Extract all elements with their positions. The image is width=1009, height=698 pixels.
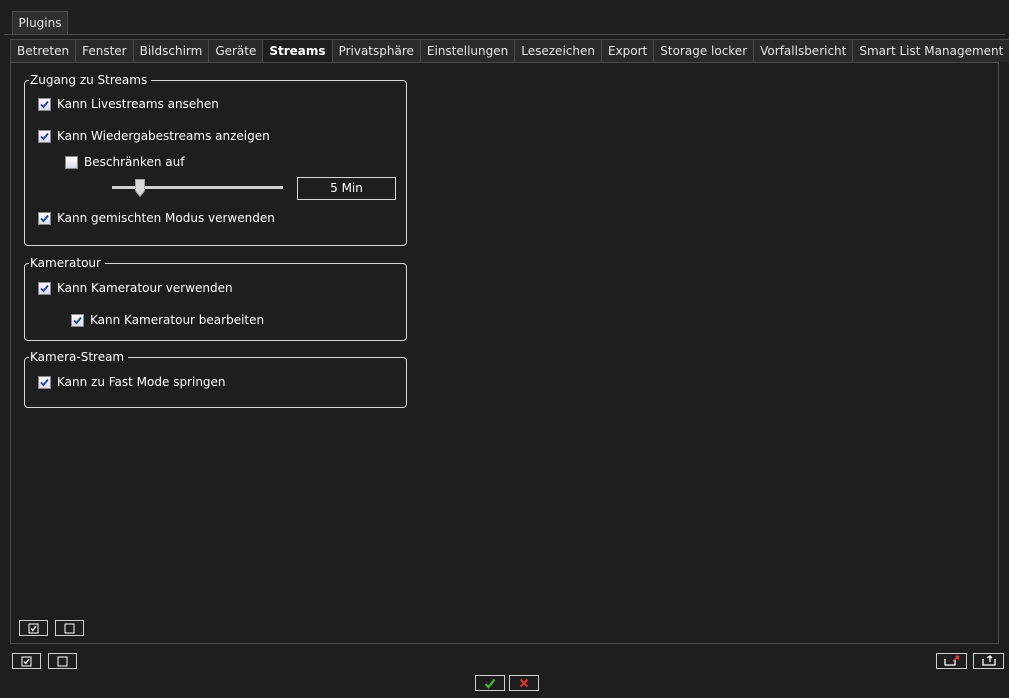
tab-vorfallsbericht[interactable]: Vorfallsbericht bbox=[753, 39, 854, 62]
cancel-button[interactable] bbox=[509, 675, 539, 691]
group-title: Kamera-Stream bbox=[29, 350, 129, 365]
export-button[interactable] bbox=[936, 653, 967, 669]
checkbox-label: Kann Kameratour bearbeiten bbox=[90, 313, 265, 327]
tab-fenster[interactable]: Fenster bbox=[75, 39, 134, 62]
checkbox-fast-mode[interactable]: Kann zu Fast Mode springen bbox=[38, 375, 226, 389]
tab-smart-list-management[interactable]: Smart List Management bbox=[852, 39, 1009, 62]
cross-icon bbox=[519, 678, 529, 688]
tab-plugins[interactable]: Plugins bbox=[12, 11, 68, 34]
tab-privatsphaere[interactable]: Privatsphäre bbox=[331, 39, 421, 62]
checkbox-label: Kann Wiedergabestreams anzeigen bbox=[57, 129, 270, 143]
tab-export[interactable]: Export bbox=[600, 39, 655, 62]
import-icon bbox=[981, 655, 996, 666]
check-all-icon bbox=[21, 656, 32, 666]
checkbox-playback-streams[interactable]: Kann Wiedergabestreams anzeigen bbox=[38, 129, 270, 143]
ok-button[interactable] bbox=[475, 675, 505, 691]
uncheck-all-icon bbox=[57, 656, 68, 666]
deselect-all-outer-button[interactable] bbox=[48, 653, 77, 669]
checkbox-label: Kann zu Fast Mode springen bbox=[57, 375, 226, 389]
checkbox-label: Beschränken auf bbox=[84, 155, 185, 169]
checkbox-icon[interactable] bbox=[65, 155, 78, 169]
checkbox-icon[interactable] bbox=[71, 313, 84, 327]
checkbox-label: Kann Livestreams ansehen bbox=[57, 97, 219, 111]
uncheck-all-icon bbox=[64, 623, 75, 633]
checkbox-restrict[interactable]: Beschränken auf bbox=[65, 155, 184, 169]
group-title: Zugang zu Streams bbox=[29, 73, 152, 88]
checkbox-camera-tour-use[interactable]: Kann Kameratour verwenden bbox=[38, 281, 233, 295]
checkbox-camera-tour-edit[interactable]: Kann Kameratour bearbeiten bbox=[71, 313, 264, 327]
checkbox-live-streams[interactable]: Kann Livestreams ansehen bbox=[38, 97, 219, 111]
group-camera-tour: Kameratour bbox=[24, 256, 407, 341]
tab-bar: Betreten Fenster Bildschirm Geräte Strea… bbox=[10, 39, 1009, 62]
tab-divider bbox=[4, 34, 1005, 35]
tab-storage-locker[interactable]: Storage locker bbox=[653, 39, 755, 62]
export-icon bbox=[943, 655, 959, 666]
deselect-all-button[interactable] bbox=[55, 620, 84, 636]
restrict-value-field[interactable]: 5 Min bbox=[297, 177, 396, 200]
checkbox-icon[interactable] bbox=[38, 129, 51, 143]
tab-betreten[interactable]: Betreten bbox=[10, 39, 77, 62]
tab-lesezeichen[interactable]: Lesezeichen bbox=[514, 39, 602, 62]
tab-bildschirm[interactable]: Bildschirm bbox=[132, 39, 210, 62]
tab-streams[interactable]: Streams bbox=[262, 39, 333, 62]
checkbox-label: Kann Kameratour verwenden bbox=[57, 281, 233, 295]
checkbox-icon[interactable] bbox=[38, 97, 51, 111]
checkbox-icon[interactable] bbox=[38, 281, 51, 295]
select-all-outer-button[interactable] bbox=[12, 653, 41, 669]
group-title: Kameratour bbox=[29, 256, 105, 271]
checkbox-label: Kann gemischten Modus verwenden bbox=[57, 211, 275, 225]
tab-einstellungen[interactable]: Einstellungen bbox=[419, 39, 516, 62]
select-all-button[interactable] bbox=[19, 620, 48, 636]
restrict-slider-thumb[interactable] bbox=[135, 179, 145, 197]
import-button[interactable] bbox=[973, 653, 1004, 669]
checkbox-icon[interactable] bbox=[38, 375, 51, 389]
checkbox-icon[interactable] bbox=[38, 211, 51, 225]
checkmark-icon bbox=[484, 678, 496, 689]
checkbox-mixed-mode[interactable]: Kann gemischten Modus verwenden bbox=[38, 211, 275, 225]
check-all-icon bbox=[28, 623, 39, 633]
tab-geraete[interactable]: Geräte bbox=[208, 39, 264, 62]
